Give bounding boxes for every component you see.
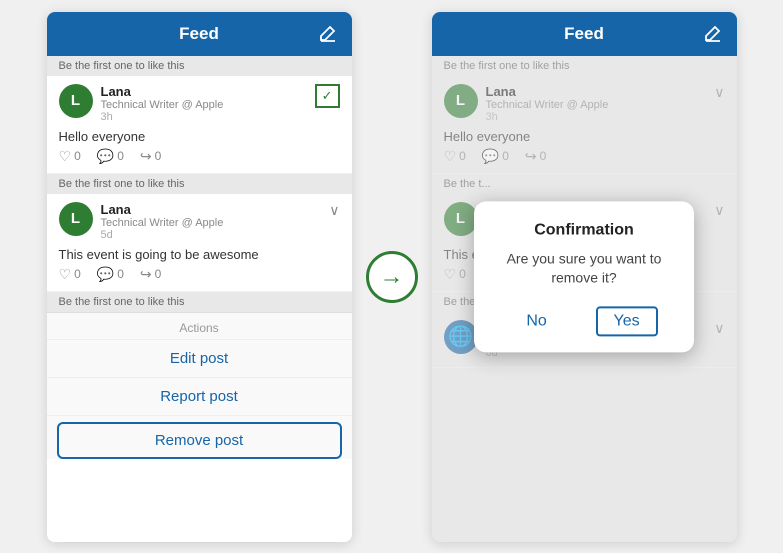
- post-header-1: L Lana Technical Writer @ Apple 3h ✓: [59, 84, 340, 123]
- right-post-item-1: L Lana Technical Writer @ Apple 3h ∨ Hel…: [432, 76, 737, 174]
- right-post-time-1: 3h: [486, 111, 609, 123]
- right-avatar-1: L: [444, 84, 478, 118]
- dialog-message: Are you sure you want to remove it?: [494, 249, 674, 288]
- right-avatar-2: L: [444, 202, 478, 236]
- actions-sheet: Actions Edit post Report post Remove pos…: [47, 312, 352, 459]
- post-header-2: L Lana Technical Writer @ Apple 5d ∨: [59, 202, 340, 241]
- edit-post-button[interactable]: Edit post: [47, 340, 352, 378]
- like-bar-1: Be the first one to like this: [47, 56, 352, 76]
- heart-icon-1: ♡: [59, 148, 72, 165]
- post-time-1: 3h: [101, 111, 224, 123]
- user-details-1: Lana Technical Writer @ Apple 3h: [101, 84, 224, 123]
- user-name-1: Lana: [101, 84, 224, 99]
- comment-action-2[interactable]: 💬 0: [97, 266, 124, 283]
- right-chevron-2[interactable]: ∨: [714, 202, 724, 219]
- post-user-info-2: L Lana Technical Writer @ Apple 5d: [59, 202, 224, 241]
- share-action-2[interactable]: ↪ 0: [140, 266, 161, 283]
- avatar-1: L: [59, 84, 93, 118]
- left-phone-panel: Feed Be the first one to like this L Lan…: [47, 12, 352, 542]
- right-ash-avatar: 🌐: [444, 320, 478, 354]
- right-chevron-1[interactable]: ∨: [714, 84, 724, 101]
- user-title-2: Technical Writer @ Apple: [101, 217, 224, 229]
- comment-icon-2: 💬: [97, 266, 114, 283]
- post-item-2: L Lana Technical Writer @ Apple 5d ∨ Thi…: [47, 194, 352, 292]
- left-feed-title: Feed: [179, 24, 219, 44]
- arrow-icon: →: [380, 263, 404, 291]
- right-user-details-1: Lana Technical Writer @ Apple 3h: [486, 84, 609, 123]
- left-app-header: Feed: [47, 12, 352, 56]
- right-feed-title: Feed: [564, 24, 604, 44]
- right-ash-chevron[interactable]: ∨: [714, 320, 724, 337]
- right-like-bar-1: Be the first one to like this: [432, 56, 737, 76]
- checkmark-btn-1[interactable]: ✓: [315, 84, 340, 108]
- right-user-name-1: Lana: [486, 84, 609, 99]
- user-title-1: Technical Writer @ Apple: [101, 99, 224, 111]
- post-item-1: L Lana Technical Writer @ Apple 3h ✓ Hel…: [47, 76, 352, 174]
- post-user-info-1: L Lana Technical Writer @ Apple 3h: [59, 84, 224, 123]
- right-heart-icon-1: ♡: [444, 148, 457, 165]
- right-share-icon-1: ↪: [525, 148, 537, 165]
- post-text-1: Hello everyone: [59, 129, 340, 144]
- right-comment-1[interactable]: 💬 0: [482, 148, 509, 165]
- comment-icon-1: 💬: [97, 148, 114, 165]
- like-action-2[interactable]: ♡ 0: [59, 266, 81, 283]
- like-bar-3: Be the first one to like this: [47, 292, 352, 312]
- right-edit-icon[interactable]: [703, 24, 723, 44]
- dialog-title: Confirmation: [494, 221, 674, 239]
- post-time-2: 5d: [101, 229, 224, 241]
- chevron-btn-2[interactable]: ∨: [329, 202, 339, 219]
- left-feed-content: Be the first one to like this L Lana Tec…: [47, 56, 352, 542]
- like-action-1[interactable]: ♡ 0: [59, 148, 81, 165]
- right-post-header-1: L Lana Technical Writer @ Apple 3h ∨: [444, 84, 725, 123]
- post-actions-row-2: ♡ 0 💬 0 ↪ 0: [59, 266, 340, 283]
- right-like-1[interactable]: ♡ 0: [444, 148, 466, 165]
- comment-action-1[interactable]: 💬 0: [97, 148, 124, 165]
- arrow-container: →: [352, 251, 432, 303]
- post-text-2: This event is going to be awesome: [59, 247, 340, 262]
- remove-post-button[interactable]: Remove post: [57, 422, 342, 459]
- right-heart-icon-2: ♡: [444, 266, 457, 283]
- share-icon-1: ↪: [140, 148, 152, 165]
- avatar-2: L: [59, 202, 93, 236]
- app-wrapper: Feed Be the first one to like this L Lan…: [0, 0, 783, 553]
- dialog-buttons: No Yes: [494, 306, 674, 336]
- right-post-actions-1: ♡ 0 💬 0 ↪ 0: [444, 148, 725, 165]
- confirmation-dialog: Confirmation Are you sure you want to re…: [474, 201, 694, 352]
- right-user-title-1: Technical Writer @ Apple: [486, 99, 609, 111]
- right-post-text-1: Hello everyone: [444, 129, 725, 144]
- globe-icon: 🌐: [448, 324, 473, 349]
- dialog-no-button[interactable]: No: [510, 308, 562, 334]
- arrow-circle: →: [366, 251, 418, 303]
- right-like-2[interactable]: ♡ 0: [444, 266, 466, 283]
- share-icon-2: ↪: [140, 266, 152, 283]
- right-comment-icon-1: 💬: [482, 148, 499, 165]
- edit-icon[interactable]: [318, 24, 338, 44]
- post-actions-row-1: ♡ 0 💬 0 ↪ 0: [59, 148, 340, 165]
- heart-icon-2: ♡: [59, 266, 72, 283]
- user-name-2: Lana: [101, 202, 224, 217]
- right-post-user-info-1: L Lana Technical Writer @ Apple 3h: [444, 84, 609, 123]
- right-like-bar-2: Be the t...: [432, 174, 737, 194]
- actions-header: Actions: [47, 313, 352, 340]
- share-action-1[interactable]: ↪ 0: [140, 148, 161, 165]
- dialog-yes-button[interactable]: Yes: [596, 306, 658, 336]
- right-phone-panel: Feed Be the first one to like this L Lan…: [432, 12, 737, 542]
- right-share-1[interactable]: ↪ 0: [525, 148, 546, 165]
- report-post-button[interactable]: Report post: [47, 378, 352, 416]
- user-details-2: Lana Technical Writer @ Apple 5d: [101, 202, 224, 241]
- right-app-header: Feed: [432, 12, 737, 56]
- like-bar-2: Be the first one to like this: [47, 174, 352, 194]
